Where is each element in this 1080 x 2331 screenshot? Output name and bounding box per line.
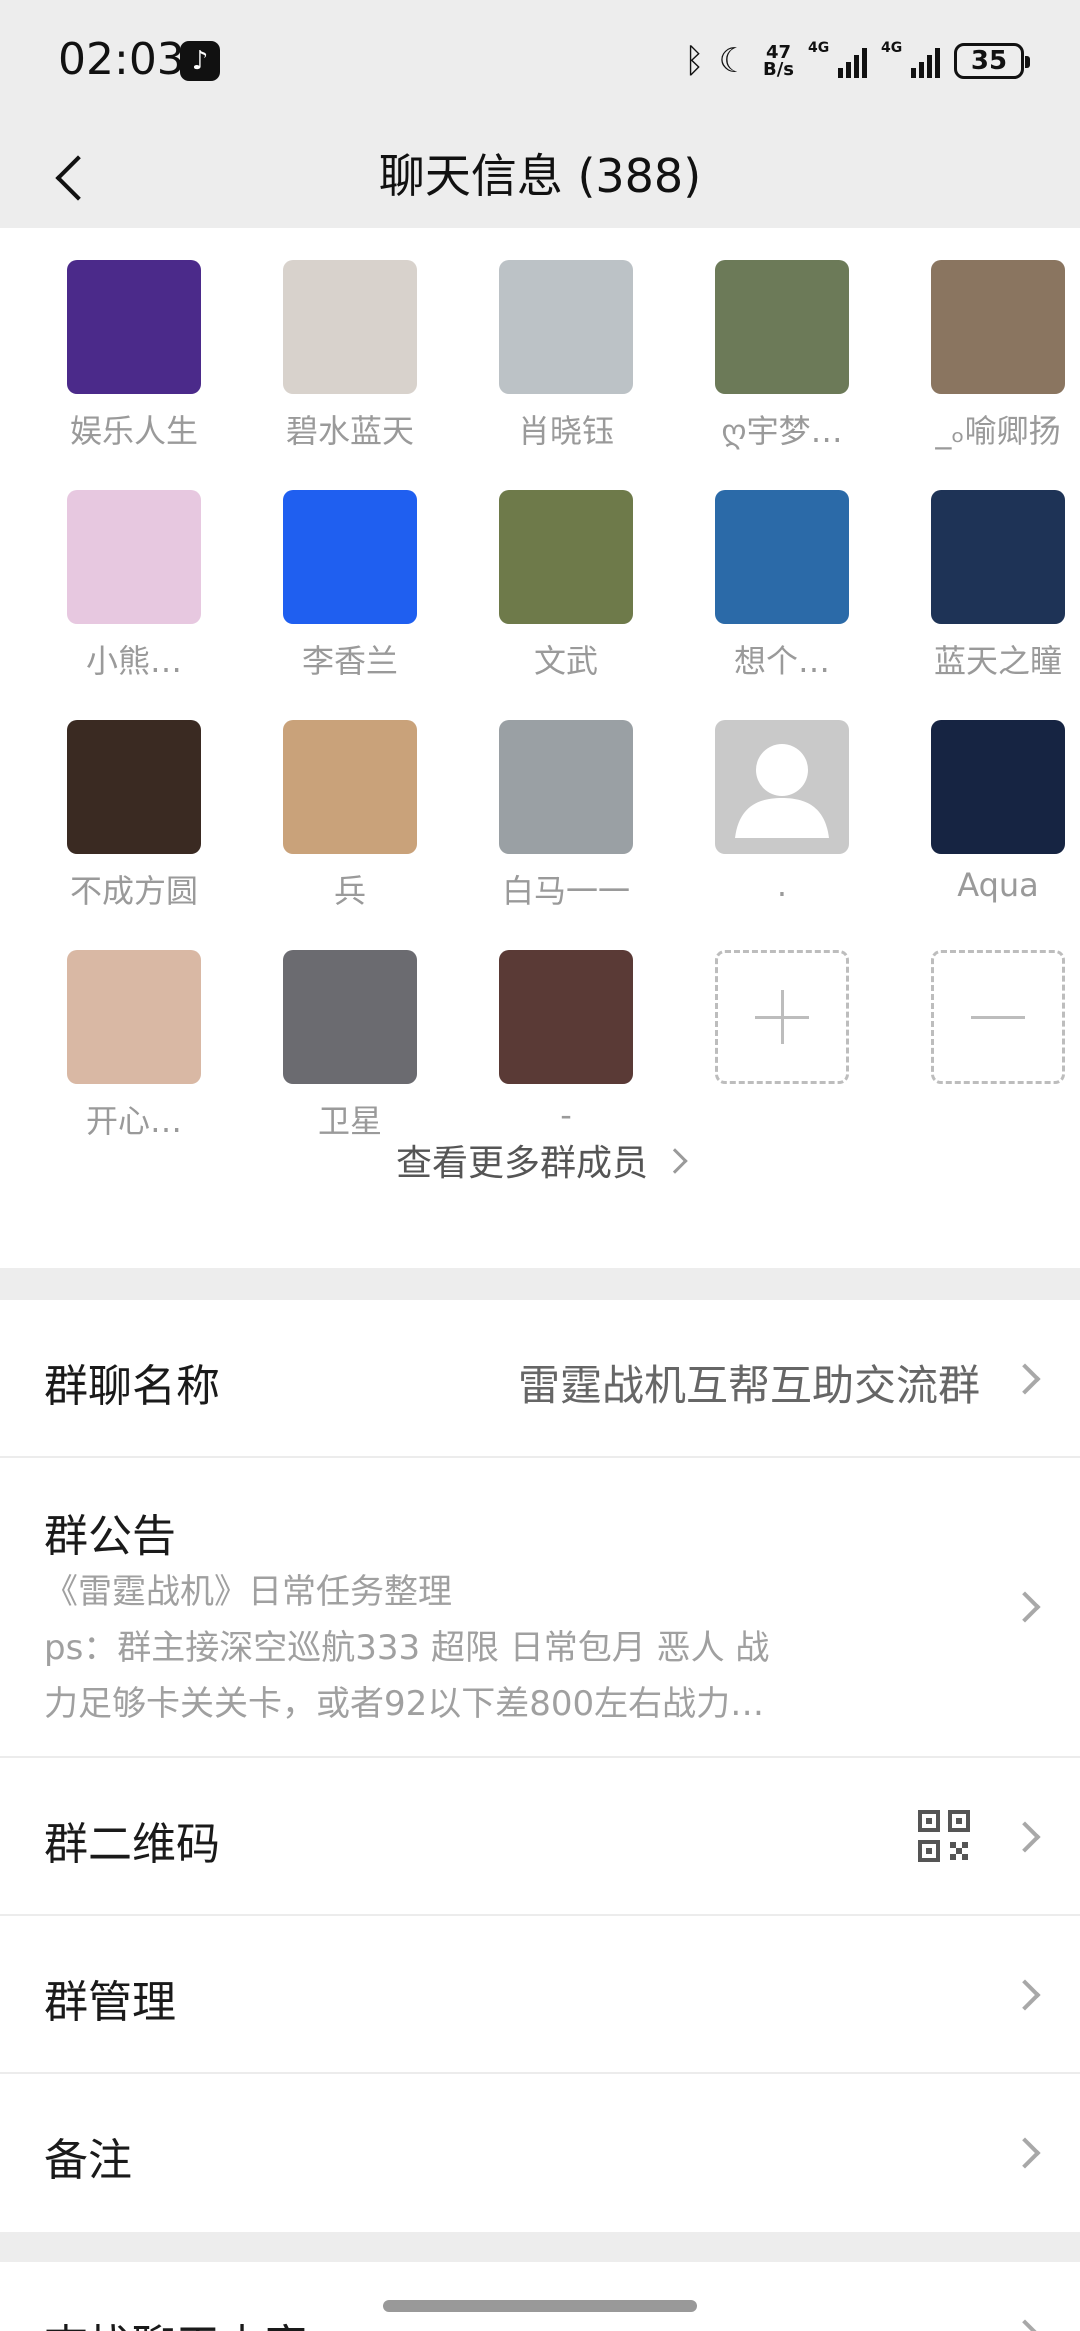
member-name: _ₒ喻卿扬 <box>935 412 1061 450</box>
chevron-right-icon <box>1009 1363 1041 1395</box>
member-avatar[interactable] <box>67 950 201 1084</box>
member-name: 想个… <box>733 642 830 680</box>
member-avatar[interactable] <box>283 260 417 394</box>
default-avatar-icon[interactable] <box>715 720 849 854</box>
member-avatar[interactable] <box>283 490 417 624</box>
group-members-panel: 娱乐人生 碧水蓝天 肖晓钰 ღ宇梦… _ₒ喻卿扬小熊… 李香兰 文武 想个… 蓝天之瞳不成方圆 兵… <box>0 228 1080 1268</box>
member-name: . <box>776 866 788 904</box>
member-avatar[interactable] <box>67 260 201 394</box>
view-more-members-button[interactable]: 查看更多群成员 <box>0 1134 1080 1186</box>
nav-header: 聊天信息 (388) <box>0 124 1080 228</box>
member-name: 兵 <box>333 872 366 910</box>
group-notice-label: 群公告 <box>44 1511 176 1562</box>
remark-label: 备注 <box>44 2135 132 2186</box>
member-avatar[interactable] <box>715 490 849 624</box>
member-avatar[interactable] <box>931 260 1065 394</box>
member-item[interactable]: 兵 <box>242 720 458 946</box>
member-avatar[interactable] <box>283 720 417 854</box>
moon-icon: ☾ <box>718 41 749 81</box>
member-grid: 娱乐人生 碧水蓝天 肖晓钰 ღ宇梦… _ₒ喻卿扬小熊… 李香兰 文武 想个… 蓝天之瞳不成方圆 兵… <box>26 260 1065 1176</box>
group-manage-label: 群管理 <box>44 1977 176 2028</box>
member-name: 肖晓钰 <box>517 412 614 450</box>
signal-icon-2: 4G <box>881 40 940 78</box>
plus-icon[interactable] <box>715 950 849 1084</box>
member-name: ღ宇梦… <box>721 412 843 450</box>
member-item[interactable]: 蓝天之瞳 <box>890 490 1080 716</box>
status-icons: ᛒ ☾ 47 B/s 4G 4G 35 <box>684 38 1030 84</box>
member-item[interactable]: 李香兰 <box>242 490 458 716</box>
member-item[interactable]: 不成方圆 <box>26 720 242 946</box>
member-avatar[interactable] <box>67 720 201 854</box>
chevron-right-icon <box>1009 1591 1041 1623</box>
view-more-label: 查看更多群成员 <box>395 1143 648 1184</box>
member-item[interactable]: 小熊… <box>26 490 242 716</box>
qr-code-icon <box>918 1810 970 1862</box>
member-name: 碧水蓝天 <box>285 412 414 450</box>
group-name-row[interactable]: 群聊名称 雷霆战机互帮互助交流群 <box>0 1300 1080 1458</box>
member-item[interactable]: 文武 <box>458 490 674 716</box>
battery-icon: 35 <box>954 43 1030 79</box>
member-avatar[interactable] <box>499 490 633 624</box>
member-item[interactable]: 肖晓钰 <box>458 260 674 486</box>
status-time: 02:03 <box>58 34 185 85</box>
bluetooth-icon: ᛒ <box>684 41 705 81</box>
member-item[interactable]: 想个… <box>674 490 890 716</box>
member-item[interactable]: _ₒ喻卿扬 <box>890 260 1080 486</box>
member-name: 文武 <box>533 642 598 680</box>
group-qr-label: 群二维码 <box>44 1819 220 1870</box>
member-avatar[interactable] <box>499 950 633 1084</box>
search-chat-row[interactable]: 查找聊天内容 <box>0 2262 1080 2331</box>
chevron-right-icon <box>1009 2319 1041 2331</box>
group-qr-row[interactable]: 群二维码 <box>0 1758 1080 1916</box>
chevron-right-icon <box>1009 1979 1041 2011</box>
member-item[interactable]: . <box>674 720 890 946</box>
network-speed: 47 B/s <box>762 42 794 80</box>
search-chat-label: 查找聊天内容 <box>44 2310 308 2331</box>
member-avatar[interactable] <box>499 720 633 854</box>
status-bar: 02:03 ♪ ᛒ ☾ 47 B/s 4G 4G 35 <box>0 0 1080 124</box>
minus-icon[interactable] <box>931 950 1065 1084</box>
member-avatar[interactable] <box>931 720 1065 854</box>
signal-icon: 4G <box>808 40 867 78</box>
group-settings-list: 群聊名称 雷霆战机互帮互助交流群 群公告 《雷霆战机》日常任务整理 ps：群主接… <box>0 1300 1080 2232</box>
group-manage-row[interactable]: 群管理 <box>0 1916 1080 2074</box>
group-name-label: 群聊名称 <box>44 1361 220 1412</box>
member-item[interactable]: 碧水蓝天 <box>242 260 458 486</box>
member-item[interactable]: 白马一一 <box>458 720 674 946</box>
member-name: - <box>560 1096 572 1134</box>
member-avatar[interactable] <box>499 260 633 394</box>
member-avatar[interactable] <box>67 490 201 624</box>
member-name: 李香兰 <box>301 642 398 680</box>
chevron-right-icon <box>1009 2137 1041 2169</box>
tiktok-icon: ♪ <box>180 41 220 81</box>
group-notice-row[interactable]: 群公告 《雷霆战机》日常任务整理 ps：群主接深空巡航333 超限 日常包月 恶… <box>0 1458 1080 1758</box>
remark-row[interactable]: 备注 <box>0 2074 1080 2232</box>
group-notice-text: 《雷霆战机》日常任务整理 ps：群主接深空巡航333 超限 日常包月 恶人 战 … <box>44 1572 770 1724</box>
member-name: 白马一一 <box>501 872 630 910</box>
member-avatar[interactable] <box>931 490 1065 624</box>
member-name: 小熊… <box>85 642 182 680</box>
member-name: Aqua <box>957 866 1039 904</box>
group-name-value: 雷霆战机互帮互助交流群 <box>517 1361 980 1410</box>
member-name: 娱乐人生 <box>69 412 198 450</box>
chevron-right-icon <box>1009 1821 1041 1853</box>
member-item[interactable]: 娱乐人生 <box>26 260 242 486</box>
chevron-right-icon <box>662 1148 688 1174</box>
member-name: 不成方圆 <box>69 872 198 910</box>
page-title: 聊天信息 (388) <box>378 149 702 203</box>
member-item[interactable]: Aqua <box>890 720 1080 946</box>
member-name: 蓝天之瞳 <box>933 642 1062 680</box>
member-item[interactable]: ღ宇梦… <box>674 260 890 486</box>
home-indicator[interactable] <box>383 2300 697 2312</box>
member-avatar[interactable] <box>715 260 849 394</box>
member-avatar[interactable] <box>283 950 417 1084</box>
